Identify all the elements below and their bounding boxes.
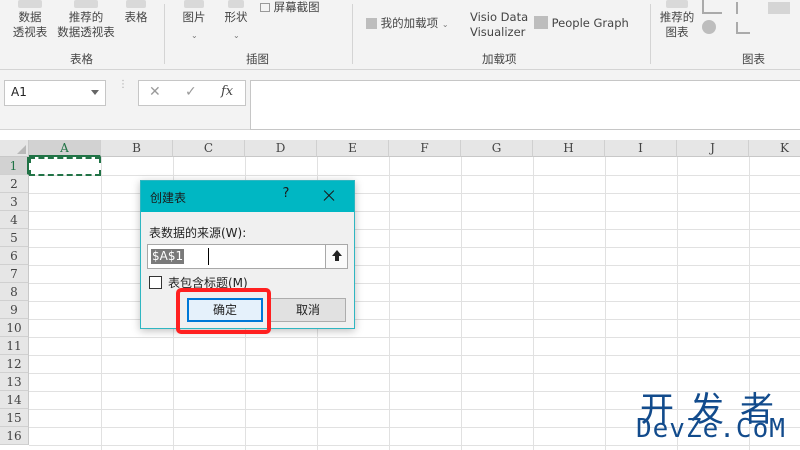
insert-function-button[interactable]: fx: [221, 84, 233, 99]
my-addins-button[interactable]: 我的加载项 ⌄: [366, 16, 462, 32]
grid-row-line: [29, 175, 800, 176]
column-chart-icon: [702, 0, 722, 14]
chevron-down-icon[interactable]: [91, 90, 99, 95]
selected-cell-marquee[interactable]: [29, 157, 101, 176]
row-header-16[interactable]: 16: [0, 427, 29, 445]
picture-icon: [184, 0, 204, 8]
close-icon[interactable]: [317, 185, 341, 207]
ok-button-highlight: [176, 288, 271, 334]
screenshot-button[interactable]: 屏幕截图: [260, 0, 340, 15]
ribbon: 数据 透视表 推荐的 数据透视表 表格 表格 图片 ⌄ 形状 ⌄ 屏幕截图 插图: [0, 0, 800, 70]
row-header-3[interactable]: 3: [0, 193, 29, 211]
row-header-9[interactable]: 9: [0, 301, 29, 319]
watermark-en: DevZe.CoM: [636, 414, 786, 444]
row-header-1[interactable]: 1: [0, 157, 29, 175]
pie-chart-icon: [702, 20, 716, 34]
source-range-input[interactable]: $A$1: [147, 244, 348, 269]
row-header-11[interactable]: 11: [0, 337, 29, 355]
resize-handle[interactable]: ⋮: [118, 80, 128, 102]
chevron-down-icon: ⌄: [233, 31, 240, 40]
people-graph-button[interactable]: People Graph: [534, 16, 646, 31]
cancel-icon[interactable]: ✕: [149, 84, 161, 100]
row-header-12[interactable]: 12: [0, 355, 29, 373]
row-header-10[interactable]: 10: [0, 319, 29, 337]
ribbon-separator: [164, 4, 165, 64]
grid-column-line: [389, 157, 390, 450]
dialog-title-bar[interactable]: 创建表 ?: [141, 181, 354, 212]
grid-column-line: [533, 157, 534, 450]
column-header-i[interactable]: I: [605, 140, 677, 157]
recommended-pivot-icon: [74, 0, 98, 8]
ribbon-separator: [650, 4, 651, 64]
table-icon: [126, 0, 146, 8]
text-caret: [208, 248, 209, 265]
enter-icon[interactable]: ✓: [185, 84, 197, 100]
pivot-table-icon: [18, 0, 42, 8]
row-header-4[interactable]: 4: [0, 211, 29, 229]
row-header-8[interactable]: 8: [0, 283, 29, 301]
grid-column-line: [101, 157, 102, 450]
column-header-a[interactable]: A: [29, 140, 101, 157]
excel-window: 数据 透视表 推荐的 数据透视表 表格 表格 图片 ⌄ 形状 ⌄ 屏幕截图 插图: [0, 0, 800, 450]
grid-row-line: [29, 355, 800, 356]
column-header-d[interactable]: D: [245, 140, 317, 157]
formula-controls: ✕ ✓ fx: [138, 80, 246, 106]
has-headers-checkbox[interactable]: [149, 276, 162, 289]
line-chart-icon: [768, 2, 790, 14]
row-header-2[interactable]: 2: [0, 175, 29, 193]
group-label-charts: 图表: [742, 52, 765, 66]
column-header-f[interactable]: F: [389, 140, 461, 157]
row-header-7[interactable]: 7: [0, 265, 29, 283]
column-header-c[interactable]: C: [173, 140, 245, 157]
column-header-g[interactable]: G: [461, 140, 533, 157]
group-label-tables: 表格: [70, 52, 93, 66]
group-label-illustrations: 插图: [246, 52, 269, 66]
row-header-14[interactable]: 14: [0, 391, 29, 409]
grid-row-line: [29, 445, 800, 446]
column-header-k[interactable]: K: [749, 140, 800, 157]
hierarchy-chart-icon: [736, 2, 754, 14]
select-all-button[interactable]: [0, 140, 29, 157]
addins-icon: [366, 18, 377, 29]
chevron-down-icon: ⌄: [441, 20, 449, 29]
cancel-button[interactable]: 取消: [270, 298, 346, 322]
name-box[interactable]: A1: [4, 80, 106, 106]
column-header-j[interactable]: J: [677, 140, 749, 157]
chart-type-gallery[interactable]: [702, 0, 800, 48]
dialog-title: 创建表: [150, 191, 187, 205]
row-header-13[interactable]: 13: [0, 373, 29, 391]
screenshot-icon: [260, 3, 270, 12]
column-header-h[interactable]: H: [533, 140, 605, 157]
grid-column-line: [605, 157, 606, 450]
chart-icon: [666, 0, 688, 8]
source-range-value: $A$1: [151, 249, 185, 264]
collapse-dialog-icon[interactable]: [325, 245, 347, 268]
grid-row-line: [29, 337, 800, 338]
visio-data-visualizer-button[interactable]: Visio Data Visualizer: [470, 10, 532, 40]
bar-chart-icon: [736, 22, 750, 34]
formula-input[interactable]: [250, 80, 800, 130]
chevron-down-icon: ⌄: [191, 31, 198, 40]
ribbon-separator: [352, 4, 353, 64]
column-header-b[interactable]: B: [101, 140, 173, 157]
column-header-e[interactable]: E: [317, 140, 389, 157]
source-label: 表数据的来源(W):: [149, 226, 247, 240]
help-button[interactable]: ?: [275, 186, 297, 206]
formula-bar: A1 ⋮ ✕ ✓ fx: [0, 70, 800, 130]
row-header-5[interactable]: 5: [0, 229, 29, 247]
shapes-icon: [228, 0, 244, 8]
row-header-15[interactable]: 15: [0, 409, 29, 427]
grid-row-line: [29, 373, 800, 374]
group-label-addins: 加载项: [482, 52, 517, 66]
grid-column-line: [461, 157, 462, 450]
people-graph-icon: [534, 16, 548, 29]
row-header-6[interactable]: 6: [0, 247, 29, 265]
